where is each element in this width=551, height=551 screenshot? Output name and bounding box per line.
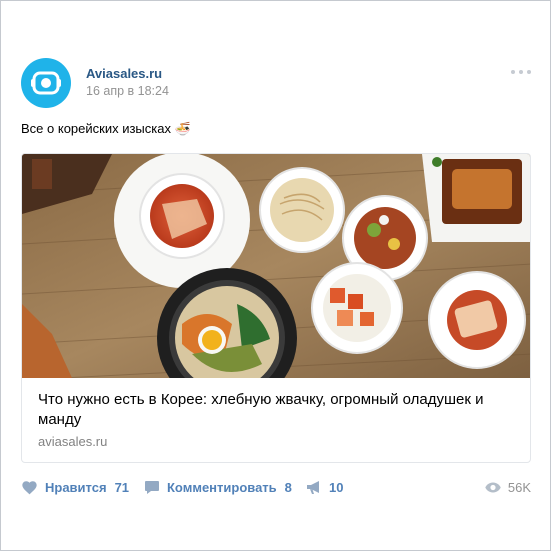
like-label: Нравится <box>45 479 107 495</box>
link-attachment[interactable]: Что нужно есть в Корее: хлебную жвачку, … <box>21 153 531 463</box>
heart-icon <box>22 480 37 494</box>
avatar[interactable] <box>21 58 71 108</box>
post-date[interactable]: 16 апр в 18:24 <box>86 84 169 98</box>
megaphone-icon <box>307 480 319 494</box>
post-header: Aviasales.ru 16 апр в 18:24 <box>21 58 531 108</box>
comment-bubble-icon <box>145 480 159 494</box>
post-text: Все о корейских изысках 🍜 <box>21 121 191 136</box>
eye-icon <box>485 482 501 492</box>
post-actions: Нравится 71 Комментировать 8 10 56K <box>21 477 531 497</box>
more-dots-icon[interactable] <box>511 68 531 76</box>
post-author[interactable]: Aviasales.ru <box>86 66 162 81</box>
share-button[interactable]: 10 <box>306 477 343 497</box>
like-button[interactable]: Нравится 71 <box>21 477 129 497</box>
views-count: 56K <box>507 479 531 495</box>
comment-count: 8 <box>284 479 292 495</box>
food-photo[interactable] <box>22 154 531 378</box>
like-count: 71 <box>114 479 130 495</box>
link-domain[interactable]: aviasales.ru <box>38 434 107 449</box>
aviasales-logo-icon <box>31 71 61 95</box>
comment-button[interactable]: Комментировать 8 <box>144 477 292 497</box>
views-counter: 56K <box>485 477 531 497</box>
share-count: 10 <box>329 479 344 495</box>
post-card: Aviasales.ru 16 апр в 18:24 Все о корейс… <box>0 0 551 551</box>
link-title[interactable]: Что нужно есть в Корее: хлебную жвачку, … <box>38 390 518 430</box>
comment-label: Комментировать <box>167 479 277 495</box>
